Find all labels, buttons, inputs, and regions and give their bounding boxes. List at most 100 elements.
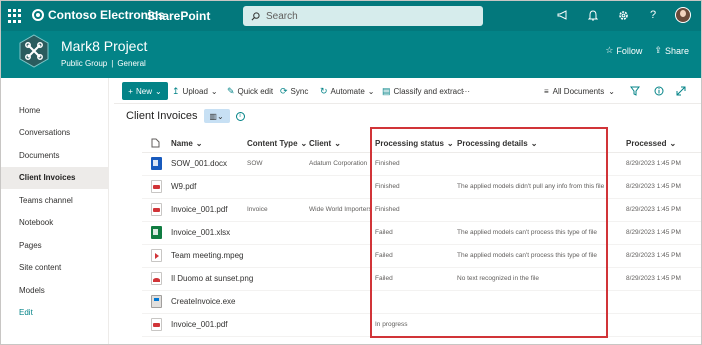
image-file-icon xyxy=(151,272,162,285)
column-header-processing-status[interactable]: Processing status ⌄ xyxy=(375,137,454,149)
nav-item-notebook[interactable]: Notebook xyxy=(1,212,108,235)
nav-edit-link[interactable]: Edit xyxy=(1,302,108,325)
filter-icon[interactable] xyxy=(630,83,640,99)
nav-item-models[interactable]: Models xyxy=(1,279,108,302)
settings-gear-icon[interactable] xyxy=(615,7,631,23)
notification-bell-icon[interactable] xyxy=(585,7,601,23)
excel-file-icon xyxy=(151,226,162,239)
chevron-down-icon: ⌄ xyxy=(669,138,677,148)
file-name[interactable]: Team meeting.mpeg xyxy=(171,251,243,260)
megaphone-icon[interactable] xyxy=(555,7,571,23)
search-input[interactable] xyxy=(266,10,466,22)
file-name[interactable]: Invoice_001.xlsx xyxy=(171,228,230,237)
automate-label: Automate xyxy=(330,86,365,96)
processing-status-cell: Failed xyxy=(375,252,393,259)
table-row[interactable]: CreateInvoice.exe xyxy=(142,291,701,314)
processing-status-cell: Finished xyxy=(375,206,400,213)
share-icon: ⇪ xyxy=(654,45,662,55)
file-name[interactable]: Il Duomo at sunset.png xyxy=(171,274,253,283)
column-header-processing-details[interactable]: Processing details ⌄ xyxy=(457,137,537,149)
video-file-icon xyxy=(151,249,162,262)
file-name[interactable]: Invoice_001.pdf xyxy=(171,320,228,329)
select-all-icon[interactable] xyxy=(151,137,160,149)
pdf-file-icon xyxy=(151,203,162,216)
library-info-icon[interactable]: i xyxy=(235,111,245,121)
column-header-processed[interactable]: Processed ⌄ xyxy=(626,137,676,149)
table-row[interactable]: SOW_001.docx SOW Adatum Corporation Fini… xyxy=(142,153,701,176)
chevron-down-icon: ⌄ xyxy=(300,138,308,148)
expand-icon[interactable] xyxy=(676,83,686,99)
command-bar: + New ⌄ ↥ Upload ⌄ ✎ Quick edit ⟳ Sync ↻… xyxy=(114,80,701,102)
nav-item-teams-channel[interactable]: Teams channel xyxy=(1,189,108,212)
table-row[interactable]: Team meeting.mpeg Failed The applied mod… xyxy=(142,245,701,268)
more-commands-button[interactable]: ··· xyxy=(462,83,470,99)
table-row[interactable]: Invoice_001.pdf Invoice Wide World Impor… xyxy=(142,199,701,222)
site-header: Mark8 Project Public Group | General ☆ F… xyxy=(1,31,701,78)
search-box[interactable] xyxy=(243,6,483,26)
quick-edit-button[interactable]: ✎ Quick edit xyxy=(227,83,273,99)
library-icon: ▥⌄ xyxy=(209,111,224,121)
suite-bar: Contoso Electronics SharePoint ? xyxy=(1,1,701,31)
processed-cell: 8/29/2023 1:45 PM xyxy=(626,206,681,213)
upload-icon: ↥ xyxy=(172,85,180,96)
content-type-cell: Invoice xyxy=(247,206,268,213)
chevron-down-icon: ⌄ xyxy=(608,86,615,96)
table-row[interactable]: Il Duomo at sunset.png Failed No text re… xyxy=(142,268,701,291)
waffle-icon[interactable] xyxy=(8,9,22,23)
classify-label: Classify and extract xyxy=(393,86,464,96)
column-header-content-type[interactable]: Content Type ⌄ xyxy=(247,137,307,149)
follow-button[interactable]: ☆ Follow xyxy=(605,45,642,56)
nav-item-client-invoices[interactable]: Client Invoices xyxy=(1,166,108,189)
processing-status-cell: Failed xyxy=(375,229,393,236)
sharepoint-window: Contoso Electronics SharePoint ? xyxy=(0,0,702,345)
plus-icon: + xyxy=(128,86,133,96)
processing-status-cell: Failed xyxy=(375,275,393,282)
suite-icons: ? xyxy=(555,7,691,23)
app-name[interactable]: SharePoint xyxy=(147,9,210,23)
table-row[interactable]: W9.pdf Finished The applied models didn'… xyxy=(142,176,701,199)
nav-item-documents[interactable]: Documents xyxy=(1,144,108,167)
classify-extract-button[interactable]: ▤ Classify and extract xyxy=(382,83,463,99)
content-type-cell: SOW xyxy=(247,160,263,167)
sync-button[interactable]: ⟳ Sync xyxy=(280,83,308,99)
nav-item-home[interactable]: Home xyxy=(1,99,108,122)
help-icon[interactable]: ? xyxy=(645,7,661,23)
processing-details-cell: No text recognized in the file xyxy=(457,275,540,282)
view-selector[interactable]: ≡ All Documents ⌄ xyxy=(544,83,615,99)
library-title[interactable]: Client Invoices xyxy=(126,110,198,122)
processing-status-cell: Finished xyxy=(375,183,400,190)
automate-button[interactable]: ↻ Automate ⌄ xyxy=(320,83,375,99)
client-cell: Wide World Importers xyxy=(309,206,372,213)
sync-icon: ⟳ xyxy=(280,85,288,96)
column-header-client[interactable]: Client ⌄ xyxy=(309,137,341,149)
user-avatar[interactable] xyxy=(675,7,691,23)
nav-item-pages[interactable]: Pages xyxy=(1,234,108,257)
nav-item-conversations[interactable]: Conversations xyxy=(1,122,108,145)
column-header-name[interactable]: Name ⌄ xyxy=(171,137,203,149)
file-name[interactable]: Invoice_001.pdf xyxy=(171,205,228,214)
table-row[interactable]: Invoice_001.xlsx Failed The applied mode… xyxy=(142,222,701,245)
site-logo-icon[interactable] xyxy=(18,34,50,68)
info-pane-icon[interactable] xyxy=(654,83,664,99)
file-name[interactable]: CreateInvoice.exe xyxy=(171,297,235,306)
table-row[interactable]: Invoice_001.pdf In progress xyxy=(142,314,701,337)
processed-cell: 8/29/2023 1:45 PM xyxy=(626,183,681,190)
classification: General xyxy=(117,59,146,68)
automate-icon: ↻ xyxy=(320,85,328,96)
new-button[interactable]: + New ⌄ xyxy=(122,82,168,100)
upload-button[interactable]: ↥ Upload ⌄ xyxy=(172,83,218,99)
library-header: Client Invoices ▥⌄ i xyxy=(126,109,245,123)
group-type: Public Group xyxy=(61,59,108,68)
library-view-switch[interactable]: ▥⌄ xyxy=(203,109,230,123)
share-button[interactable]: ⇪ Share xyxy=(654,45,689,56)
view-label: All Documents xyxy=(552,86,605,96)
follow-label: Follow xyxy=(616,45,643,56)
site-actions: ☆ Follow ⇪ Share xyxy=(605,45,689,56)
site-title[interactable]: Mark8 Project xyxy=(61,38,147,54)
file-name[interactable]: SOW_001.docx xyxy=(171,159,227,168)
column-processing-status-label: Processing status xyxy=(375,138,444,148)
star-icon: ☆ xyxy=(605,45,614,55)
brand[interactable]: Contoso Electronics xyxy=(32,8,165,22)
file-name[interactable]: W9.pdf xyxy=(171,182,196,191)
nav-item-site-content[interactable]: Site content xyxy=(1,257,108,280)
